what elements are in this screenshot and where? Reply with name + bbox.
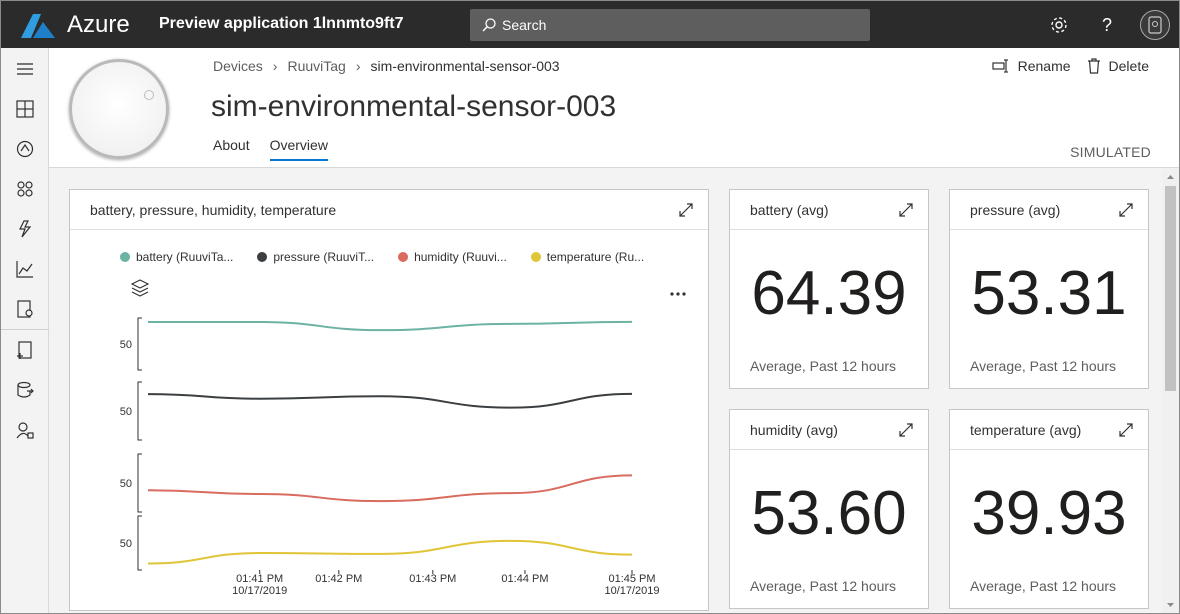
- kpi-tile-header: battery (avg): [730, 190, 928, 230]
- chart-tile-header: battery, pressure, humidity, temperature: [70, 190, 708, 230]
- lane-axis: [137, 317, 142, 371]
- kpi-tile-header: humidity (avg): [730, 410, 928, 450]
- simulated-badge: SIMULATED: [1070, 144, 1151, 160]
- search-box[interactable]: Search: [470, 9, 870, 41]
- series-line-4: [147, 539, 633, 565]
- more-options-icon[interactable]: [670, 292, 686, 296]
- x-tick-label: 01:41 PM: [236, 573, 283, 585]
- y-tick-label: 50: [120, 406, 132, 418]
- series-line-1: [148, 320, 633, 332]
- brand-name: Azure: [67, 11, 130, 38]
- kpi-tile-pressure: pressure (avg) 53.31 Average, Past 12 ho…: [949, 189, 1149, 389]
- kpi-tile-header: temperature (avg): [950, 410, 1148, 450]
- line-chart: 5050505001:41 PM10/17/201901:42 PM 01:43 …: [120, 279, 686, 597]
- series-line-2: [147, 392, 633, 409]
- breadcrumb: Devices › RuuviTag › sim-environmental-s…: [213, 58, 560, 74]
- expand-icon[interactable]: [678, 202, 694, 218]
- administration-icon[interactable]: [13, 418, 37, 442]
- search-input[interactable]: Search: [502, 17, 546, 33]
- rename-icon: [992, 59, 1008, 73]
- breadcrumb-ruuvitag[interactable]: RuuviTag: [287, 58, 345, 74]
- kpi-value: 53.60: [751, 479, 907, 548]
- tab-about[interactable]: About: [213, 137, 250, 161]
- chevron-right-icon: ›: [355, 58, 361, 74]
- user-badge-icon: [1148, 16, 1162, 34]
- lane-axis: [137, 453, 142, 513]
- rename-button[interactable]: Rename: [992, 58, 1071, 74]
- kpi-subtitle: Average, Past 12 hours: [970, 358, 1117, 374]
- top-bar: Azure Preview application 1lnnmto9ft7 Se…: [1, 1, 1179, 48]
- y-tick-label: 50: [120, 339, 132, 351]
- help-icon[interactable]: ?: [1095, 13, 1119, 37]
- devices-icon[interactable]: [13, 137, 37, 161]
- dashboard-icon[interactable]: [13, 97, 37, 121]
- y-tick-label: 50: [120, 538, 132, 550]
- kpi-title: battery (avg): [750, 201, 829, 218]
- header-actions: Rename Delete: [976, 58, 1149, 74]
- azure-logo-icon: [21, 14, 55, 38]
- device-header: Devices › RuuviTag › sim-environmental-s…: [49, 48, 1179, 168]
- expand-icon[interactable]: [1118, 202, 1134, 218]
- layers-icon[interactable]: [130, 279, 150, 297]
- jobs-icon[interactable]: [13, 297, 37, 321]
- line-chart-tile: battery, pressure, humidity, temperature…: [69, 189, 709, 611]
- trash-icon: [1087, 58, 1100, 74]
- lane-axis: [137, 381, 142, 441]
- scroll-thumb[interactable]: [1165, 186, 1176, 391]
- kpi-title: humidity (avg): [750, 421, 838, 438]
- expand-icon[interactable]: [1118, 422, 1134, 438]
- kpi-tile-header: pressure (avg): [950, 190, 1148, 230]
- scroll-up-icon[interactable]: [1162, 171, 1179, 183]
- kpi-value: 64.39: [751, 259, 907, 328]
- kpi-subtitle: Average, Past 12 hours: [750, 578, 897, 594]
- left-nav-rail: [1, 48, 49, 613]
- x-tick-label: 01:43 PM: [409, 573, 456, 585]
- device-image: [69, 59, 169, 159]
- scroll-down-icon[interactable]: [1162, 599, 1179, 611]
- kpi-value: 39.93: [971, 479, 1127, 548]
- kpi-tile-battery: battery (avg) 64.39 Average, Past 12 hou…: [729, 189, 929, 389]
- device-templates-icon[interactable]: [13, 338, 37, 362]
- chart-tile-title: battery, pressure, humidity, temperature: [90, 201, 337, 218]
- rename-label: Rename: [1017, 58, 1071, 74]
- expand-icon[interactable]: [898, 202, 914, 218]
- settings-icon[interactable]: [1047, 13, 1071, 37]
- breadcrumb-devices[interactable]: Devices: [213, 58, 263, 74]
- dashboard-scrollbar[interactable]: [1162, 169, 1179, 613]
- kpi-subtitle: Average, Past 12 hours: [750, 358, 897, 374]
- kpi-title: temperature (avg): [970, 421, 1082, 438]
- app-title: Preview application 1lnnmto9ft7: [159, 15, 404, 32]
- lane-axis: [137, 515, 142, 571]
- x-tick-label: 01:45 PM: [608, 573, 655, 585]
- page-title: sim-environmental-sensor-003: [211, 90, 617, 123]
- search-icon: [482, 18, 496, 32]
- hamburger-icon[interactable]: [13, 57, 37, 81]
- x-date-label: 10/17/2019: [232, 585, 287, 597]
- x-tick-label: 01:44 PM: [501, 573, 548, 585]
- breadcrumb-current: sim-environmental-sensor-003: [370, 58, 560, 74]
- kpi-tile-temperature: temperature (avg) 39.93 Average, Past 12…: [949, 409, 1149, 609]
- rail-divider: [1, 329, 49, 330]
- dashboard-area: battery, pressure, humidity, temperature…: [49, 169, 1162, 613]
- kpi-tile-humidity: humidity (avg) 53.60 Average, Past 12 ho…: [729, 409, 929, 609]
- series-line-3: [147, 474, 633, 503]
- x-date-label: 10/17/2019: [604, 585, 659, 597]
- tab-overview[interactable]: Overview: [269, 137, 328, 161]
- expand-icon[interactable]: [898, 422, 914, 438]
- rules-icon[interactable]: [13, 217, 37, 241]
- x-tick-label: 01:42 PM: [315, 573, 362, 585]
- data-export-icon[interactable]: [13, 378, 37, 402]
- kpi-subtitle: Average, Past 12 hours: [970, 578, 1117, 594]
- chevron-right-icon: ›: [272, 58, 278, 74]
- tab-strip: About Overview: [213, 137, 348, 161]
- delete-button[interactable]: Delete: [1087, 58, 1149, 74]
- user-avatar[interactable]: [1140, 10, 1170, 40]
- delete-label: Delete: [1108, 58, 1149, 74]
- y-tick-label: 50: [120, 478, 132, 490]
- analytics-icon[interactable]: [13, 257, 37, 281]
- kpi-value: 53.31: [971, 259, 1127, 328]
- kpi-title: pressure (avg): [970, 201, 1061, 218]
- azure-logo[interactable]: Azure: [19, 9, 130, 41]
- device-groups-icon[interactable]: [13, 177, 37, 201]
